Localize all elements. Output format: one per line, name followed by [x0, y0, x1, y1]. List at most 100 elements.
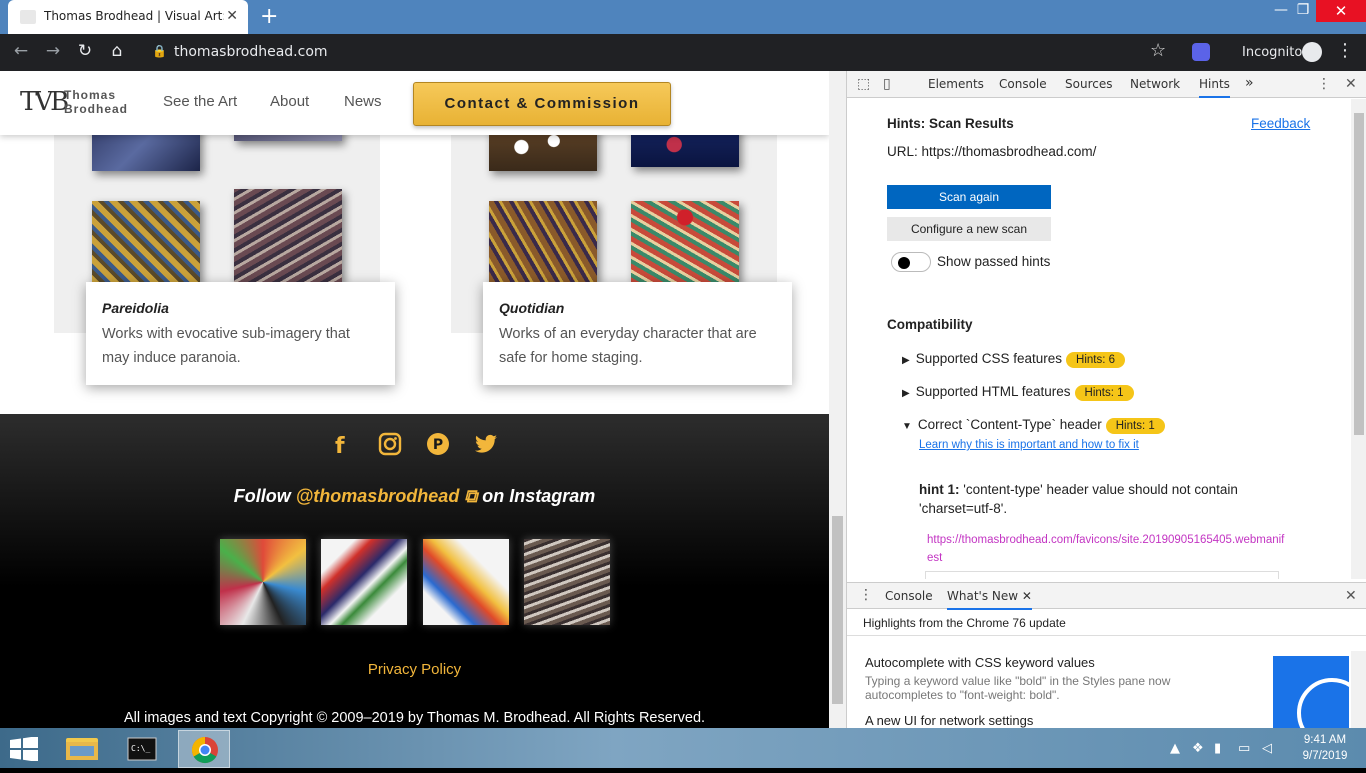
- configure-scan-button[interactable]: Configure a new scan: [887, 217, 1051, 241]
- gallery-title[interactable]: Pareidolia: [102, 300, 379, 316]
- chrome-menu-icon[interactable]: ⋮: [1336, 40, 1354, 61]
- drawer-tab-label: What's New: [947, 589, 1019, 603]
- pinterest-icon[interactable]: P: [426, 432, 450, 462]
- whats-new-item-title[interactable]: A new UI for network settings: [865, 713, 1033, 728]
- browser-tab[interactable]: Thomas Brodhead | Visual Art: O ✕: [8, 0, 248, 34]
- scan-again-button[interactable]: Scan again: [887, 185, 1051, 209]
- device-toolbar-icon[interactable]: ▯: [883, 76, 891, 92]
- learn-why-link[interactable]: Learn why this is important and how to f…: [919, 439, 1139, 451]
- drawer-menu-icon[interactable]: ⋮: [859, 587, 873, 603]
- bookmark-star-icon[interactable]: ☆: [1150, 40, 1166, 61]
- drawer-tab-bar: ⋮ Console What's New ✕ ✕: [847, 582, 1366, 610]
- drawer-tab-close-icon[interactable]: ✕: [1022, 589, 1032, 603]
- hint-category-css[interactable]: ▶ Supported CSS features Hints: 6: [902, 351, 1126, 368]
- whats-new-item-title[interactable]: Autocomplete with CSS keyword values: [865, 655, 1095, 670]
- whats-new-highlight: Highlights from the Chrome 76 update: [863, 616, 1066, 630]
- gallery-title[interactable]: Quotidian: [499, 300, 776, 316]
- clock-date[interactable]: 9/7/2019: [1298, 750, 1352, 762]
- tab-close-icon[interactable]: ✕: [226, 8, 238, 24]
- devtools-menu-icon[interactable]: ⋮: [1317, 76, 1331, 92]
- tab-sources[interactable]: Sources: [1065, 77, 1112, 91]
- privacy-policy-link[interactable]: Privacy Policy: [0, 661, 829, 678]
- artwork-thumbnail[interactable]: [234, 189, 342, 283]
- show-passed-toggle[interactable]: [891, 252, 931, 272]
- instagram-post-thumbnail[interactable]: [321, 539, 407, 625]
- clock-time[interactable]: 9:41 AM: [1300, 734, 1350, 746]
- dropbox-icon[interactable]: ❖: [1192, 741, 1204, 756]
- url-text[interactable]: thomasbrodhead.com: [174, 44, 328, 60]
- hint-resource-link[interactable]: https://thomasbrodhead.com/favicons/site…: [927, 531, 1287, 567]
- gallery-description-line: Works with evocative sub-imagery that: [102, 326, 350, 342]
- instagram-post-thumbnail[interactable]: [524, 539, 610, 625]
- tab-hints[interactable]: Hints: [1199, 77, 1230, 98]
- artwork-thumbnail[interactable]: [489, 201, 597, 283]
- collapse-arrow-icon[interactable]: ▼: [902, 421, 912, 432]
- forward-button[interactable]: →: [42, 41, 64, 61]
- hint-label: hint 1:: [919, 482, 960, 497]
- hint-category-label[interactable]: Correct `Content-Type` header: [918, 417, 1102, 432]
- nav-link-news[interactable]: News: [344, 93, 382, 110]
- gallery-caption-quotidian[interactable]: Quotidian Works of an everyday character…: [483, 282, 792, 385]
- drawer-scrollbar[interactable]: [1351, 651, 1366, 728]
- instagram-icon[interactable]: [378, 432, 402, 462]
- svg-text:C:\_: C:\_: [131, 744, 150, 753]
- windows-start-icon[interactable]: [10, 736, 38, 762]
- extension-icon[interactable]: [1192, 43, 1210, 61]
- twitter-icon[interactable]: [474, 434, 498, 462]
- volume-icon[interactable]: ◁: [1262, 741, 1272, 756]
- devtools-close-icon[interactable]: ✕: [1345, 76, 1357, 92]
- new-tab-button[interactable]: +: [260, 4, 278, 29]
- tab-network[interactable]: Network: [1130, 77, 1180, 91]
- gallery-caption-pareidolia[interactable]: Pareidolia Works with evocative sub-imag…: [86, 282, 395, 385]
- nav-link-about[interactable]: About: [270, 93, 309, 110]
- hints-count-badge: Hints: 6: [1066, 352, 1126, 368]
- hint-category-label[interactable]: Supported HTML features: [916, 384, 1071, 399]
- external-link-icon[interactable]: ⧉: [464, 486, 477, 506]
- feedback-link[interactable]: Feedback: [1251, 116, 1310, 131]
- hint-category-html[interactable]: ▶ Supported HTML features Hints: 1: [902, 384, 1134, 401]
- incognito-icon[interactable]: [1302, 42, 1322, 62]
- chrome-taskbar-icon[interactable]: [178, 730, 230, 768]
- instagram-follow-line: Follow @thomasbrodhead ⧉ on Instagram: [0, 486, 829, 507]
- hints-scrollbar-thumb[interactable]: [1354, 113, 1364, 435]
- tab-elements[interactable]: Elements: [928, 77, 984, 91]
- drawer-tab-whats-new[interactable]: What's New ✕: [947, 589, 1032, 610]
- page-scrollbar-thumb[interactable]: [832, 516, 843, 704]
- back-button[interactable]: ←: [10, 41, 32, 61]
- copyright-text: All images and text Copyright © 2009–201…: [123, 710, 706, 726]
- facebook-icon[interactable]: f: [335, 434, 345, 459]
- restore-button[interactable]: ❐: [1288, 2, 1318, 18]
- artwork-thumbnail[interactable]: [631, 201, 739, 283]
- tray-show-hidden-icon[interactable]: ▲: [1170, 741, 1180, 756]
- inspect-element-icon[interactable]: ⬚: [857, 76, 870, 92]
- instagram-handle-link[interactable]: @thomasbrodhead: [296, 486, 460, 506]
- tab-console[interactable]: Console: [999, 77, 1047, 91]
- follow-prefix: Follow: [233, 486, 296, 506]
- drawer-close-icon[interactable]: ✕: [1345, 588, 1357, 604]
- more-tabs-icon[interactable]: »: [1245, 75, 1254, 91]
- reload-button[interactable]: ↻: [74, 41, 96, 61]
- web-page-viewport: Pareidolia Works with evocative sub-imag…: [0, 71, 829, 728]
- file-explorer-icon[interactable]: [56, 730, 108, 768]
- home-button[interactable]: ⌂: [106, 41, 128, 61]
- lock-icon[interactable]: 🔒: [152, 44, 167, 58]
- show-passed-label[interactable]: Show passed hints: [937, 254, 1050, 269]
- artwork-thumbnail[interactable]: [92, 201, 200, 283]
- site-logo-text[interactable]: Thomas Brodhead: [64, 88, 128, 116]
- expand-arrow-icon[interactable]: ▶: [902, 388, 910, 399]
- instagram-post-thumbnail[interactable]: [423, 539, 509, 625]
- incognito-label[interactable]: Incognito: [1242, 45, 1302, 60]
- instagram-post-thumbnail[interactable]: [220, 539, 306, 625]
- drawer-tab-console[interactable]: Console: [885, 589, 933, 603]
- hint-category-label[interactable]: Supported CSS features: [916, 351, 1062, 366]
- expand-arrow-icon[interactable]: ▶: [902, 355, 910, 366]
- network-icon[interactable]: ▭: [1238, 741, 1250, 756]
- site-logo[interactable]: TVB: [20, 87, 69, 117]
- contact-commission-button[interactable]: Contact & Commission: [413, 82, 671, 126]
- hint-category-content-type[interactable]: ▼ Correct `Content-Type` header Hints: 1: [902, 417, 1165, 434]
- whats-new-item-desc: Typing a keyword value like "bold" in th…: [865, 674, 1171, 702]
- window-close-button[interactable]: ✕: [1316, 0, 1366, 22]
- tray-device-icon[interactable]: ▮: [1214, 741, 1221, 756]
- nav-link-see-the-art[interactable]: See the Art: [163, 93, 237, 110]
- command-prompt-icon[interactable]: C:\_: [116, 730, 168, 768]
